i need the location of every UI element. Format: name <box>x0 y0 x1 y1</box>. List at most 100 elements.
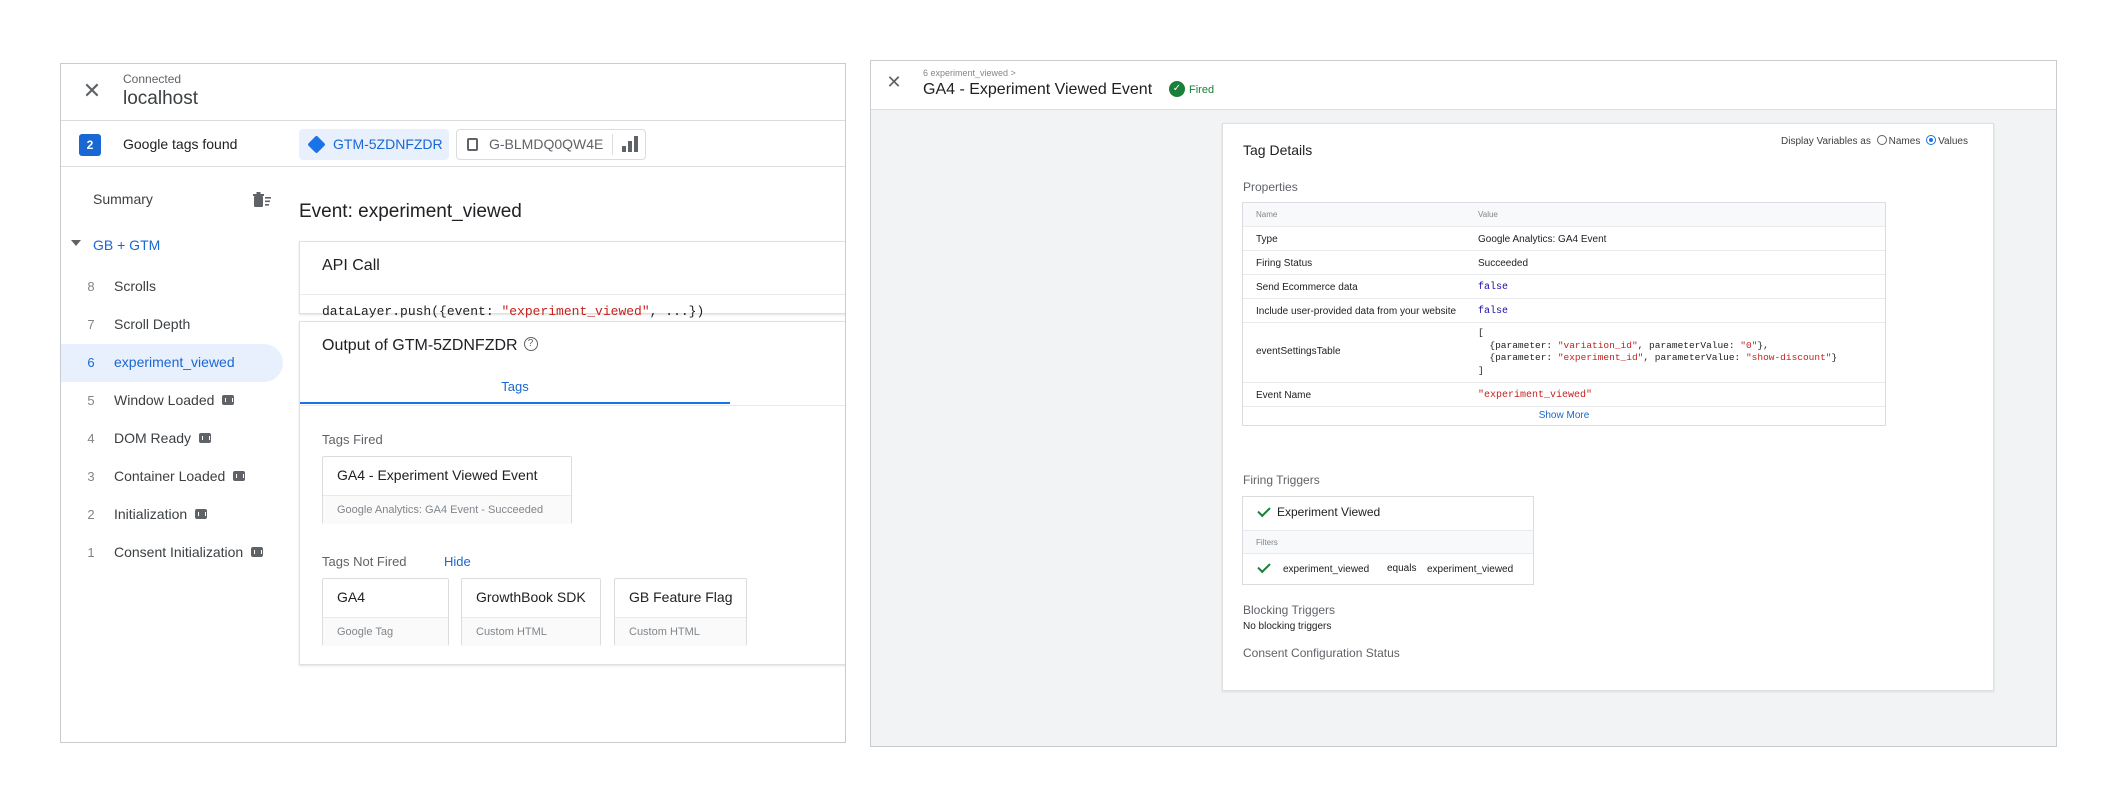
tag-name: GrowthBook SDK <box>476 589 586 605</box>
divider <box>300 405 845 406</box>
code-string: "0" <box>1740 339 1758 351</box>
tag-type: Google Tag <box>323 617 448 646</box>
code-icon <box>233 471 246 482</box>
hide-link[interactable]: Hide <box>444 554 471 569</box>
property-value: "experiment_viewed" <box>1478 390 1593 401</box>
divider <box>612 134 613 155</box>
radio-names[interactable] <box>1876 135 1887 146</box>
table-row: eventSettingsTable [ {parameter: "variat… <box>1243 323 1885 383</box>
not-fired-tag-card[interactable]: GB Feature Flag Custom HTML <box>614 578 747 646</box>
column-header-name: Name <box>1256 210 1278 219</box>
not-fired-tag-card[interactable]: GrowthBook SDK Custom HTML <box>461 578 601 646</box>
sidebar-event-consent-initialization[interactable]: 1 Consent Initialization <box>61 534 283 572</box>
filter-operator: equals <box>1387 563 1417 574</box>
tag-name: GA4 <box>337 589 366 605</box>
panel-header: ✕ 6 experiment_viewed > GA4 - Experiment… <box>871 61 2056 110</box>
event-detail: Event: experiment_viewed API Call dataLa… <box>299 168 845 742</box>
sidebar-event-experiment-viewed[interactable]: 6 experiment_viewed <box>61 344 283 382</box>
code-icon <box>251 547 264 558</box>
radio-values-label: Values <box>1938 136 1968 147</box>
event-number: 8 <box>87 279 95 294</box>
code-string: "experiment_viewed" <box>501 304 650 319</box>
tags-bar: 2 Google tags found GTM-5ZDNFZDR G-BLMDQ… <box>61 122 845 167</box>
filters-header: Filters <box>1243 530 1533 554</box>
tab-gtm-container[interactable]: GTM-5ZDNFZDR <box>299 129 449 160</box>
code-text: , ...}) <box>649 304 705 319</box>
event-label: Consent Initialization <box>114 544 244 560</box>
tag-details-card: Tag Details Display Variables as Names V… <box>1222 123 1994 691</box>
output-title: Output of GTM-5ZDNFZDR? <box>322 336 538 355</box>
property-name: Type <box>1256 234 1278 245</box>
panel-header: ✕ Connected localhost <box>61 64 845 121</box>
close-icon[interactable]: ✕ <box>79 78 105 104</box>
code-icon <box>195 509 208 520</box>
event-label: Scroll Depth <box>114 316 191 332</box>
tab-gtm-label: GTM-5ZDNFZDR <box>333 136 443 152</box>
table-row: Send Ecommerce data false <box>1243 275 1885 299</box>
tag-type: Custom HTML <box>462 617 600 646</box>
sidebar-event-window-loaded[interactable]: 5 Window Loaded <box>61 382 283 420</box>
sidebar-event-scroll-depth[interactable]: 7 Scroll Depth <box>61 306 283 344</box>
property-name: Send Ecommerce data <box>1256 282 1358 293</box>
close-icon[interactable]: ✕ <box>883 71 905 93</box>
event-label: Initialization <box>114 506 188 522</box>
analytics-bars-icon[interactable] <box>622 136 638 152</box>
property-value: [ {parameter: "variation_id", parameterV… <box>1478 327 1837 377</box>
fired-tag-card[interactable]: GA4 - Experiment Viewed Event Google Ana… <box>322 456 572 524</box>
sidebar-summary[interactable]: Summary <box>61 184 283 216</box>
sidebar-event-initialization[interactable]: 2 Initialization <box>61 496 283 534</box>
consent-status-label: Consent Configuration Status <box>1243 646 1400 660</box>
event-number: 5 <box>87 393 95 408</box>
trigger-card[interactable]: Experiment Viewed Filters experiment_vie… <box>1242 496 1534 585</box>
check-icon <box>1257 503 1271 518</box>
tag-detail-panel: ✕ 6 experiment_viewed > GA4 - Experiment… <box>870 60 2057 747</box>
properties-table: Name Value Type Google Analytics: GA4 Ev… <box>1242 202 1886 426</box>
show-more-link[interactable]: Show More <box>1243 407 1885 425</box>
breadcrumb[interactable]: 6 experiment_viewed > <box>923 68 1016 78</box>
property-name: eventSettingsTable <box>1256 346 1341 357</box>
tag-details-title: Tag Details <box>1243 142 1313 158</box>
radio-values[interactable] <box>1926 135 1937 146</box>
event-label: experiment_viewed <box>114 354 235 370</box>
sidebar-event-container-loaded[interactable]: 3 Container Loaded <box>61 458 283 496</box>
event-label: Container Loaded <box>114 468 226 484</box>
summary-label: Summary <box>93 191 153 207</box>
property-value: false <box>1478 282 1509 293</box>
sidebar-event-scrolls[interactable]: 8 Scrolls <box>61 268 283 306</box>
blocking-triggers-empty: No blocking triggers <box>1243 621 1332 632</box>
help-icon[interactable]: ? <box>523 336 538 351</box>
not-fired-tag-card[interactable]: GA4 Google Tag <box>322 578 449 646</box>
display-variables-toggle: Display Variables as Names Values <box>1781 135 1968 147</box>
clear-all-icon[interactable] <box>253 192 271 208</box>
sidebar-event-dom-ready[interactable]: 4 DOM Ready <box>61 420 283 458</box>
check-icon <box>1257 559 1271 574</box>
column-header-value: Value <box>1478 210 1498 219</box>
table-row: Include user-provided data from your web… <box>1243 299 1885 323</box>
event-number: 2 <box>87 507 95 522</box>
properties-label: Properties <box>1243 180 1298 194</box>
tab-tags[interactable]: Tags <box>300 370 730 404</box>
property-value: Succeeded <box>1478 258 1529 269</box>
divider <box>300 294 845 295</box>
code-string: "variation_id" <box>1557 339 1638 351</box>
tab-ga4-label: G-BLMDQ0QW4E <box>489 136 604 152</box>
sidebar-group-gb-gtm[interactable]: GB + GTM <box>61 230 283 262</box>
code-text: {parameter: <box>1489 352 1558 363</box>
connected-host: localhost <box>123 88 198 109</box>
code-text: }, <box>1757 339 1769 351</box>
tab-ga4-container[interactable]: G-BLMDQ0QW4E <box>456 129 646 160</box>
caret-down-icon <box>71 240 81 246</box>
event-number: 3 <box>87 469 95 484</box>
table-row: Type Google Analytics: GA4 Event <box>1243 227 1885 251</box>
code-text: } <box>1831 352 1838 363</box>
code-string: "show-discount" <box>1745 352 1832 363</box>
output-card: Output of GTM-5ZDNFZDR? Tags Tags Fired … <box>299 321 845 665</box>
code-text: , parameterValue: <box>1637 339 1741 351</box>
event-sidebar: Summary GB + GTM 8 Scrolls 7 Scroll Dept… <box>61 168 283 742</box>
tags-fired-label: Tags Fired <box>322 432 383 447</box>
code-text: dataLayer.push({event: <box>322 304 502 319</box>
code-text: , parameterValue: <box>1643 352 1746 363</box>
api-call-title: API Call <box>322 257 380 274</box>
filter-variable: experiment_viewed <box>1283 564 1370 575</box>
code-text: ] <box>1478 364 1484 376</box>
